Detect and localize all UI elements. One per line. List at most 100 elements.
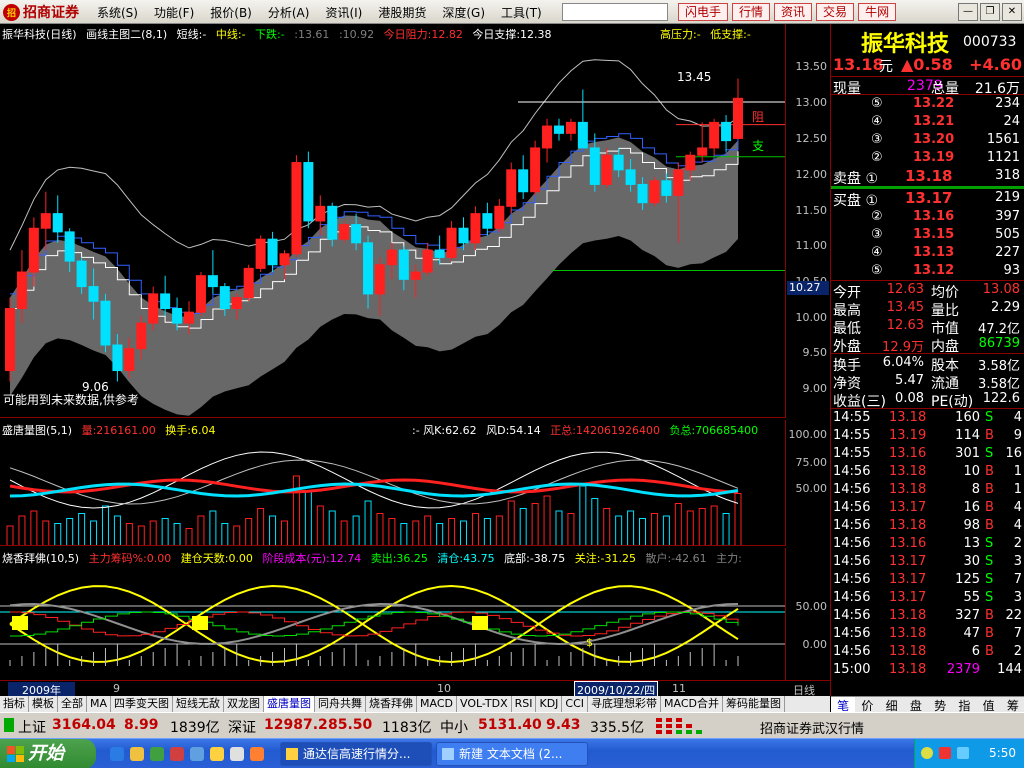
volume-indicator-header: 盛唐量图(5,1) 量:216161.00 换手:6.04 <box>2 422 221 438</box>
tick-row[interactable]: 14:56 13.17 16 B 4 <box>831 499 1024 517</box>
tick-row[interactable]: 14:56 13.18 6 B 2 <box>831 643 1024 661</box>
tab-indicator[interactable]: 指标 <box>0 696 29 712</box>
tab-chip-energy[interactable]: 筹码能量图 <box>723 696 786 712</box>
tick-row[interactable]: 14:55 13.18 160 S 4 <box>831 409 1024 427</box>
quicklaunch-app-icon[interactable] <box>170 747 184 761</box>
taskbar-item-notepad[interactable]: 新建 文本文档 (2... <box>436 742 588 766</box>
quote-tab-price[interactable]: 价 <box>855 697 879 713</box>
tick-row[interactable]: 14:56 13.18 47 B 7 <box>831 625 1024 643</box>
quote-tab-value[interactable]: 值 <box>977 697 1001 713</box>
taskbar-item-tdx[interactable]: 通达信高速行情分... <box>280 742 432 766</box>
buy-level[interactable]: ⑤ 13.12 93 <box>831 262 1024 280</box>
tab-cci[interactable]: CCI <box>562 696 589 712</box>
minimize-icon[interactable]: — <box>958 3 978 21</box>
tab-shengtang-volume[interactable]: 盛唐量图 <box>264 696 316 712</box>
menu-system[interactable]: 系统(S) <box>97 4 138 21</box>
quote-tab-index[interactable]: 指 <box>952 697 976 713</box>
buy-level[interactable]: ③ 13.15 505 <box>831 226 1024 244</box>
tick-row[interactable]: 14:56 13.18 98 B 4 <box>831 517 1024 535</box>
tray-icon[interactable] <box>939 747 951 759</box>
quote-tab-ticks[interactable]: 笔 <box>831 697 856 713</box>
tab-tongzhou[interactable]: 同舟共舞 <box>315 696 367 712</box>
menu-hk-futures[interactable]: 港股期货 <box>378 4 426 21</box>
volume-bar <box>698 508 706 545</box>
menu-quote[interactable]: 报价(B) <box>210 4 252 21</box>
sell-level[interactable]: ② 13.19 1121 <box>831 149 1024 167</box>
sell-level[interactable]: ③ 13.20 1561 <box>831 131 1024 149</box>
tab-template[interactable]: 模板 <box>29 696 58 712</box>
tab-ma[interactable]: MA <box>87 696 112 712</box>
trade-button[interactable]: 交易 <box>816 3 855 21</box>
tab-incense[interactable]: 烧香拜佛 <box>366 696 418 712</box>
candle-body <box>386 249 397 266</box>
buy-level[interactable]: 买盘 ① 13.17 219 <box>831 189 1024 209</box>
menu-function[interactable]: 功能(F) <box>154 4 194 21</box>
buy-level-price: 13.13 <box>913 245 955 260</box>
tick-row[interactable]: 14:55 13.19 114 B 9 <box>831 427 1024 445</box>
tray-icon[interactable] <box>921 747 933 759</box>
tab-short-term[interactable]: 短线无敌 <box>173 696 225 712</box>
restore-icon[interactable]: ❐ <box>980 3 1000 21</box>
tab-macd-merge[interactable]: MACD合并 <box>661 696 724 712</box>
tab-four-seasons[interactable]: 四季变天图 <box>111 696 174 712</box>
quote-tab-detail[interactable]: 细 <box>880 697 904 713</box>
incense-indicator-chart[interactable]: 烧香拜佛(10,5) 主力筹码%:0.00 建仓天数:0.00 阶段成本(元):… <box>0 548 786 680</box>
market-button[interactable]: 行情 <box>732 3 771 21</box>
info-button[interactable]: 资讯 <box>774 3 813 21</box>
tick-row[interactable]: 15:00 13.18 2379 144 <box>831 661 1024 678</box>
start-button[interactable]: 开始 <box>0 739 96 768</box>
tick-row[interactable]: 14:56 13.17 30 S 3 <box>831 553 1024 571</box>
buy-level[interactable]: ② 13.16 397 <box>831 208 1024 226</box>
tick-row[interactable]: 14:56 13.16 13 S 2 <box>831 535 1024 553</box>
tray-icon[interactable] <box>957 747 969 759</box>
index-name[interactable]: 中小 <box>440 717 468 737</box>
quote-tab-chips[interactable]: 筹 <box>1001 697 1024 713</box>
tab-all[interactable]: 全部 <box>58 696 87 712</box>
sell-level[interactable]: ⑤ 13.22 234 <box>831 95 1024 113</box>
kline-chart[interactable]: 振华科技(日线) 画线主图二(8,1) 短线:- 中线:- 下跌:- :13.6… <box>0 24 786 418</box>
tab-double-dragon[interactable]: 双龙图 <box>224 696 265 712</box>
quicklaunch-app-icon[interactable] <box>230 747 244 761</box>
tick-row[interactable]: 14:56 13.18 10 B 1 <box>831 463 1024 481</box>
sell-level[interactable]: 卖盘 ① 13.18 318 <box>831 167 1024 187</box>
tick-count: 2 <box>1013 536 1022 551</box>
resistance-label: 今日阻力:12.82 <box>383 28 463 41</box>
menu-analysis[interactable]: 分析(A) <box>268 4 310 21</box>
tick-row[interactable]: 14:55 13.16 301 S 16 <box>831 445 1024 463</box>
quicklaunch-folder-icon[interactable] <box>130 747 144 761</box>
menu-tools[interactable]: 工具(T) <box>501 4 542 21</box>
candle-body <box>422 249 433 273</box>
main-force-value: 主力: <box>716 552 742 565</box>
toolbar-search-box[interactable] <box>562 3 668 21</box>
buy-level[interactable]: ④ 13.13 227 <box>831 244 1024 262</box>
menu-info[interactable]: 资讯(I) <box>325 4 362 21</box>
menu-depth[interactable]: 深度(G) <box>442 4 485 21</box>
tick-row[interactable]: 14:56 13.18 327 B 22 <box>831 607 1024 625</box>
tick-row[interactable]: 14:56 13.17 125 S 7 <box>831 571 1024 589</box>
volume-indicator-chart[interactable]: 盛唐量图(5,1) 量:216161.00 换手:6.04 :- 风K:62.6… <box>0 420 786 546</box>
niu-net-button[interactable]: 牛网 <box>858 3 897 21</box>
quicklaunch-app-icon[interactable] <box>250 747 264 761</box>
index-name[interactable]: 上证 <box>18 717 46 737</box>
price-tick: 11.00 <box>795 239 828 252</box>
tab-bottom-ribbon[interactable]: 寻底理想彩带 <box>588 696 662 712</box>
quicklaunch-app-icon[interactable] <box>210 747 224 761</box>
quicklaunch-app-icon[interactable] <box>150 747 164 761</box>
quicklaunch-ie-icon[interactable] <box>110 747 124 761</box>
sell-level[interactable]: ④ 13.21 24 <box>831 113 1024 131</box>
quote-tab-book[interactable]: 盘 <box>904 697 928 713</box>
tab-kdj[interactable]: KDJ <box>536 696 563 712</box>
tab-rsi[interactable]: RSI <box>512 696 537 712</box>
quote-tab-trend[interactable]: 势 <box>928 697 952 713</box>
tick-list[interactable]: 14:55 13.18 160 S 4 14:55 13.19 114 B 9 14:55 13.16… <box>831 408 1024 678</box>
quicklaunch-desktop-icon[interactable] <box>190 747 204 761</box>
close-icon[interactable]: ✕ <box>1002 3 1022 21</box>
tick-row[interactable]: 14:56 13.18 8 B 1 <box>831 481 1024 499</box>
indicator-tabs: 指标 模板 全部 MA 四季变天图 短线无敌 双龙图 盛唐量图 同舟共舞 烧香拜… <box>0 696 830 712</box>
flash-trade-button[interactable]: 闪电手 <box>678 3 729 21</box>
tick-volume: 30 <box>963 554 980 569</box>
tick-row[interactable]: 14:56 13.17 55 S 3 <box>831 589 1024 607</box>
tab-vol-tdx[interactable]: VOL-TDX <box>457 696 512 712</box>
tab-macd[interactable]: MACD <box>417 696 457 712</box>
index-name[interactable]: 深证 <box>228 717 256 737</box>
